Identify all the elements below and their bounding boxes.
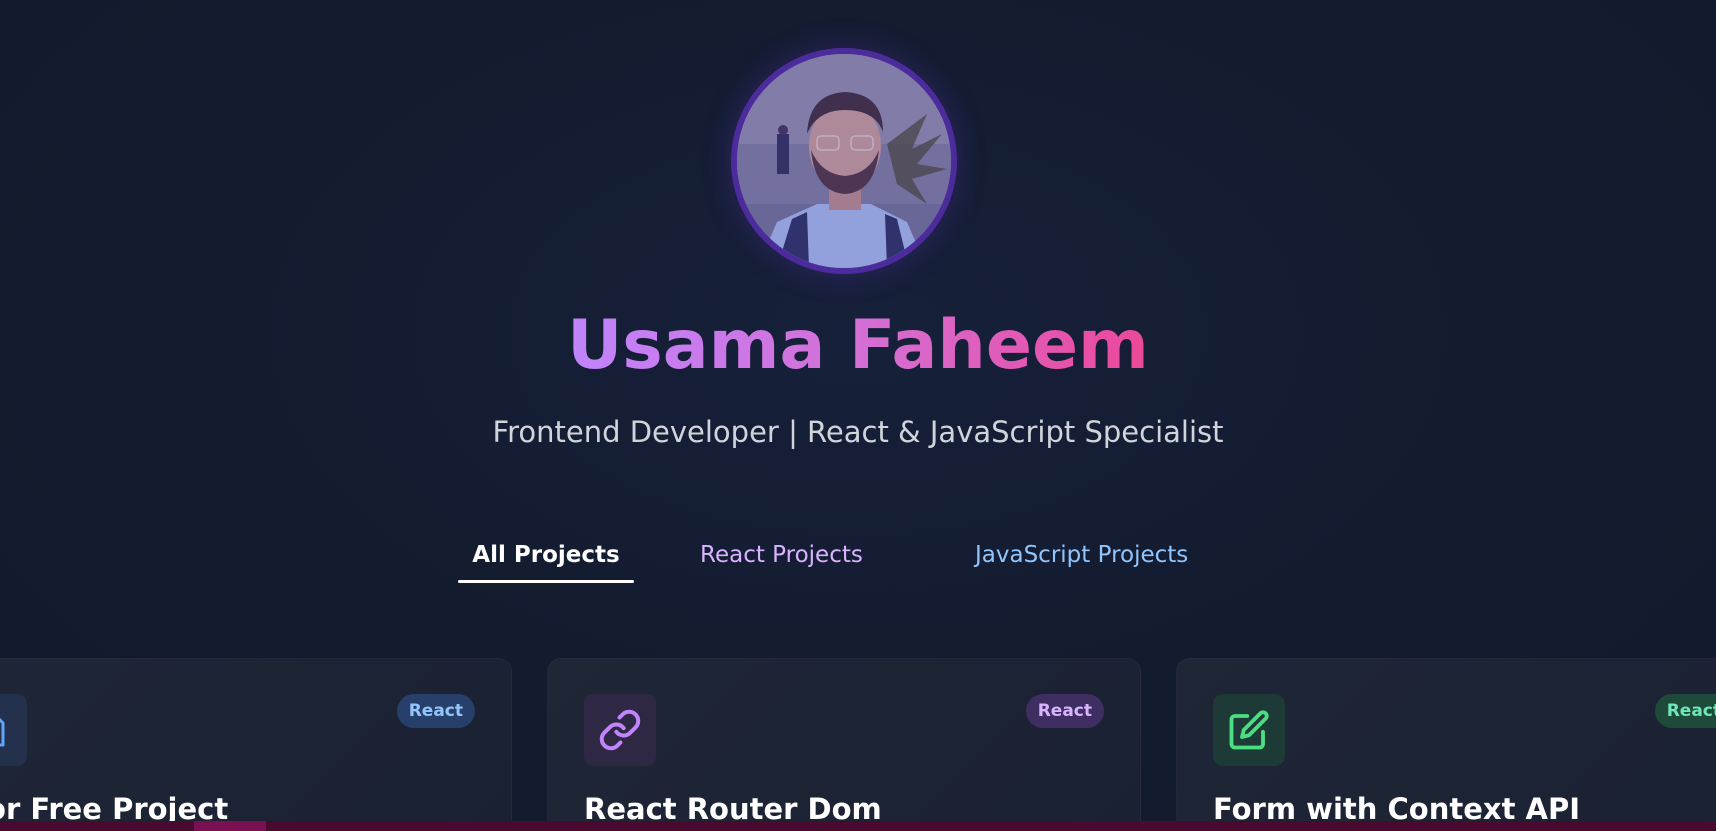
active-tab-indicator [458, 580, 634, 583]
tab-all-projects[interactable]: All Projects [458, 536, 634, 574]
profile-name-text: Usama Faheem [567, 306, 1149, 385]
tech-badge: React [396, 694, 475, 728]
tech-badge: React [1654, 694, 1716, 728]
tab-javascript-projects[interactable]: JavaScript Projects [975, 536, 1188, 574]
link-icon [584, 694, 656, 766]
edit-icon [1213, 694, 1285, 766]
avatar [731, 48, 957, 274]
project-filter-tabs: All Projects React Projects JavaScript P… [0, 536, 1716, 586]
tab-react-projects[interactable]: React Projects [700, 536, 863, 574]
project-card[interactable]: React React Router Dom [547, 658, 1141, 831]
portfolio-page: Usama Faheem Frontend Developer | React … [0, 0, 1716, 831]
avatar-photo [737, 54, 951, 268]
profile-name: Usama Faheem [0, 306, 1716, 386]
project-card[interactable]: React ctor Free Project [0, 658, 512, 831]
bottom-bar [0, 821, 1716, 831]
document-icon [0, 694, 27, 766]
tech-badge: React [1025, 694, 1104, 728]
bottom-bar-highlight [194, 821, 266, 831]
profile-subtitle: Frontend Developer | React & JavaScript … [492, 415, 1224, 449]
project-card[interactable]: React Form with Context API [1176, 658, 1716, 831]
